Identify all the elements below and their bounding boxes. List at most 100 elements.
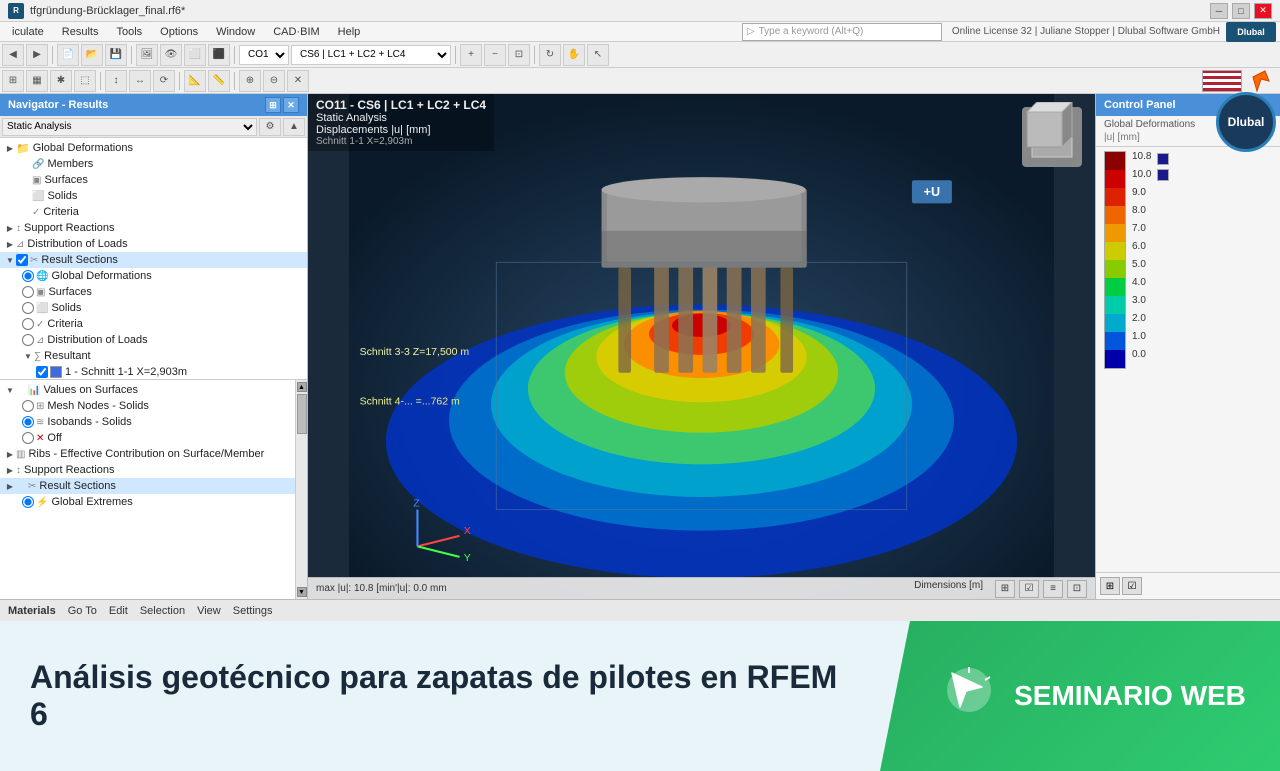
tb2-btn5[interactable]: ↕ (105, 70, 127, 92)
nav-close-btn[interactable]: ✕ (283, 97, 299, 113)
isobands-icon: ≋ (36, 417, 44, 428)
fit-btn[interactable]: ⊡ (508, 44, 530, 66)
rs-surfaces-radio[interactable] (22, 286, 34, 298)
cs-selector[interactable]: CS6 | LC1 + LC2 + LC4 (291, 45, 451, 65)
tree-support-reactions[interactable]: ▶ ↕ Support Reactions (0, 220, 307, 236)
analysis-selector[interactable]: Static Analysis (2, 118, 257, 136)
tb2-btn9[interactable]: 📏 (208, 70, 230, 92)
nav-undock-btn[interactable]: ⊞ (265, 97, 281, 113)
off-radio[interactable] (22, 432, 34, 444)
tree-ribs[interactable]: ▶ ▥ Ribs - Effective Contribution on Sur… (0, 446, 295, 462)
minimize-button[interactable]: ─ (1210, 3, 1228, 19)
new-btn[interactable]: 📄 (57, 44, 79, 66)
menu-window[interactable]: Window (208, 24, 263, 40)
menu-results[interactable]: Results (54, 24, 107, 40)
section1-checkbox[interactable] (36, 366, 48, 378)
nav-scroll-up-btn[interactable]: ▲ (283, 118, 305, 136)
tree-mesh-nodes[interactable]: ⊞ Mesh Nodes - Solids (0, 398, 295, 414)
tb2-btn8[interactable]: 📐 (184, 70, 206, 92)
status-btn2[interactable]: ☑ (1019, 580, 1039, 598)
resultant-icon: ∑ (34, 351, 41, 362)
tree-isobands[interactable]: ≋ Isobands - Solids (0, 414, 295, 430)
tree-support-reactions2[interactable]: ▶ ↕ Support Reactions (0, 462, 295, 478)
cp-btn2[interactable]: ☑ (1122, 577, 1142, 595)
rs-solids-radio[interactable] (22, 302, 34, 314)
tree-rs-criteria[interactable]: ✓ Criteria (0, 316, 307, 332)
scale-values: 10.8 10.0 9.0 8.0 7.0 6.0 5.0 4.0 3.0 2.… (1132, 151, 1151, 361)
rs-criteria-radio[interactable] (22, 318, 34, 330)
maximize-button[interactable]: □ (1232, 3, 1250, 19)
menu-cadbim[interactable]: CAD·BIM (265, 24, 327, 40)
zoom-in-btn[interactable]: + (460, 44, 482, 66)
menu-options[interactable]: Options (152, 24, 206, 40)
pan-btn[interactable]: ✋ (563, 44, 585, 66)
rotate-btn[interactable]: ↻ (539, 44, 561, 66)
tree-global-extremes[interactable]: ⚡ Global Extremes (0, 494, 295, 510)
tree-criteria[interactable]: ✓ Criteria (0, 204, 307, 220)
status-btn1[interactable]: ⊞ (995, 580, 1015, 598)
tree-global-deformations[interactable]: ▶ 📁 Global Deformations (0, 140, 307, 156)
menu-tools[interactable]: Tools (108, 24, 150, 40)
open-btn[interactable]: 📂 (81, 44, 103, 66)
mat-settings[interactable]: Settings (233, 605, 273, 617)
scroll-thumb[interactable] (297, 394, 307, 434)
tree-result-sections[interactable]: ▼ ✂ Result Sections (0, 252, 307, 268)
tree-members[interactable]: 🔗 Members (0, 156, 307, 172)
tree-solids[interactable]: ⬜ Solids (0, 188, 307, 204)
tree-off[interactable]: ✕ Off (0, 430, 295, 446)
tree-rs-distribution-loads[interactable]: ⊿ Distribution of Loads (0, 332, 307, 348)
tree-distribution-loads[interactable]: ▶ ⊿ Distribution of Loads (0, 236, 307, 252)
tree-rs-solids[interactable]: ⬜ Solids (0, 300, 307, 316)
nav-settings-btn[interactable]: ⚙ (259, 118, 281, 136)
save-btn[interactable]: 💾 (105, 44, 127, 66)
mesh-nodes-radio[interactable] (22, 400, 34, 412)
tb2-btn7[interactable]: ⟳ (153, 70, 175, 92)
mat-view[interactable]: View (197, 605, 221, 617)
tb2-btn10[interactable]: ⊕ (239, 70, 261, 92)
scroll-up-btn[interactable]: ▲ (297, 382, 307, 392)
tree-values-on-surfaces[interactable]: ▼ 📊 Values on Surfaces (0, 382, 295, 398)
view-btn[interactable]: 👁 (160, 44, 182, 66)
tb2-btn11[interactable]: ⊖ (263, 70, 285, 92)
tree-rs-surfaces[interactable]: ▣ Surfaces (0, 284, 307, 300)
forward-btn[interactable]: ▶ (26, 44, 48, 66)
tb2-btn2[interactable]: ▦ (26, 70, 48, 92)
wireframe-btn[interactable]: ⬜ (184, 44, 206, 66)
nav-scrollbar[interactable]: ▲ ▼ (295, 380, 307, 599)
tb2-btn3[interactable]: ✱ (50, 70, 72, 92)
orientation-cube[interactable] (1017, 102, 1087, 172)
solid-btn[interactable]: ⬛ (208, 44, 230, 66)
isobands-radio[interactable] (22, 416, 34, 428)
mat-selection[interactable]: Selection (140, 605, 185, 617)
mat-edit[interactable]: Edit (109, 605, 128, 617)
tb2-btn1[interactable]: ⊞ (2, 70, 24, 92)
co-selector[interactable]: CO11 (239, 45, 289, 65)
viewport[interactable]: CO11 - CS6 | LC1 + LC2 + LC4 Static Anal… (308, 94, 1095, 599)
back-btn[interactable]: ◀ (2, 44, 24, 66)
rs-distrib-radio[interactable] (22, 334, 34, 346)
title-text: tfgründung-Brücklager_final.rf6* (30, 5, 185, 17)
tb2-btn4[interactable]: ⬚ (74, 70, 96, 92)
tb2-btn12[interactable]: ✕ (287, 70, 309, 92)
tree-resultant[interactable]: ▼ ∑ Resultant (0, 348, 307, 364)
tb2-btn6[interactable]: ↔ (129, 70, 151, 92)
menu-iculate[interactable]: iculate (4, 24, 52, 40)
render-btn[interactable]: 🖼 (136, 44, 158, 66)
rs-global-def-radio[interactable] (22, 270, 34, 282)
keyword-search[interactable]: ▷ Type a keyword (Alt+Q) (742, 23, 942, 41)
tree-section-1[interactable]: 1 - Schnitt 1-1 X=2,903m (0, 364, 307, 379)
menu-help[interactable]: Help (330, 24, 369, 40)
status-btn3[interactable]: ≡ (1043, 580, 1063, 598)
status-btn4[interactable]: ⊡ (1067, 580, 1087, 598)
tree-result-sections2[interactable]: ▶ ✂ Result Sections (0, 478, 295, 494)
result-sections-checkbox[interactable] (16, 254, 28, 266)
cp-btn1[interactable]: ⊞ (1100, 577, 1120, 595)
tree-surfaces[interactable]: ▣ Surfaces (0, 172, 307, 188)
scroll-down-btn[interactable]: ▼ (297, 587, 307, 597)
tree-rs-global-deformations[interactable]: 🌐 Global Deformations (0, 268, 307, 284)
zoom-out-btn[interactable]: − (484, 44, 506, 66)
close-button[interactable]: ✕ (1254, 3, 1272, 19)
global-extremes-radio[interactable] (22, 496, 34, 508)
select-btn[interactable]: ↖ (587, 44, 609, 66)
mat-goto[interactable]: Go To (68, 605, 97, 617)
